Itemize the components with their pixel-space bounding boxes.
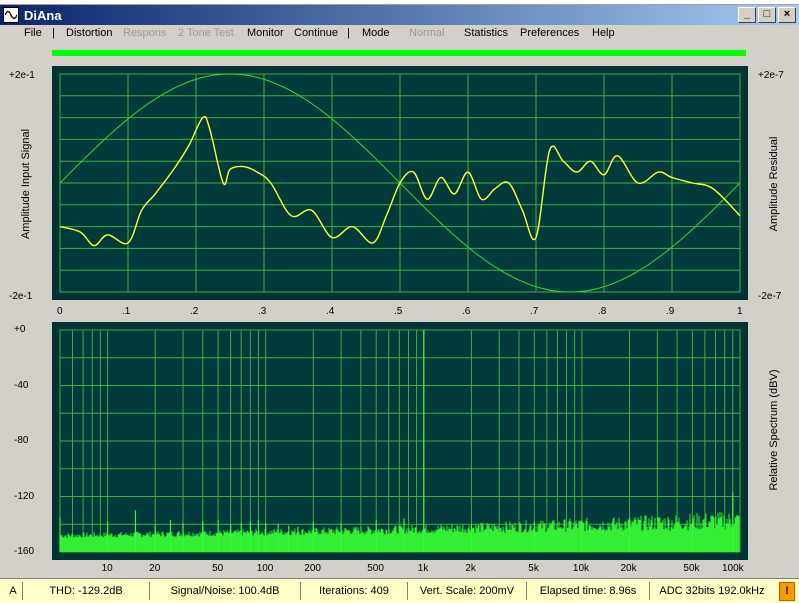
- status-bar: A THD: -129.2dB Signal/Noise: 100.4dB It…: [0, 578, 799, 603]
- waveform-x-tick-label: .6: [462, 306, 471, 317]
- spectrum-x-tick-label: 20: [149, 563, 161, 574]
- menu-normal: Normal: [409, 27, 445, 39]
- spectrum-x-tick-label: 500: [367, 563, 384, 574]
- waveform-x-tick-label: .7: [530, 306, 539, 317]
- y-bottom-right-label: -2e-7: [758, 291, 782, 302]
- status-vertical-scale: Vert. Scale: 200mV: [408, 582, 527, 600]
- menu-2-tone-test: 2 Tone Test: [178, 27, 234, 39]
- waveform-x-tick-label: 1: [737, 306, 743, 317]
- spectrum-x-tick-label: 50: [212, 563, 224, 574]
- warning-icon[interactable]: !: [779, 582, 795, 601]
- spectrum-x-tick-label: 5k: [528, 563, 539, 574]
- spectrum-y-tick-label: -120: [14, 490, 35, 502]
- menu-continue[interactable]: Continue: [294, 27, 338, 39]
- menu-separator: |: [52, 27, 55, 39]
- spectrum-y-axis-label: Relative Spectrum (dBV): [768, 369, 780, 491]
- y-axis-label-right: Amplitude Residual: [768, 136, 780, 232]
- y-top-right-label: +2e-7: [758, 70, 784, 81]
- minimize-button[interactable]: _: [738, 7, 756, 23]
- spectrum-x-tick-label: 1k: [417, 563, 429, 574]
- menu-monitor[interactable]: Monitor: [247, 27, 284, 39]
- spectrum-y-tick-label: +0: [14, 324, 26, 335]
- maximize-button[interactable]: □: [758, 7, 776, 23]
- menu-help[interactable]: Help: [592, 27, 615, 39]
- menu-statistics[interactable]: Statistics: [464, 27, 508, 39]
- spectrum-y-tick-label: -160: [14, 546, 35, 557]
- app-sine-icon: [3, 7, 19, 23]
- spectrum-x-tick-label: 2k: [465, 563, 476, 574]
- menu-respons: Respons: [123, 27, 167, 39]
- status-mode: A: [4, 582, 23, 600]
- waveform-x-tick-label: .2: [190, 306, 199, 317]
- menu-distortion[interactable]: Distortion: [66, 27, 112, 39]
- waveform-x-tick-label: .5: [394, 306, 403, 317]
- menu-preferences[interactable]: Preferences: [520, 27, 579, 39]
- spectrum-x-tick-label: 10: [101, 563, 113, 574]
- spectrum-x-tick-label: 200: [304, 563, 321, 574]
- menu-bar: File | Distortion Respons 2 Tone Test Mo…: [0, 25, 799, 43]
- spectrum-plot: [52, 322, 748, 560]
- close-button[interactable]: ×: [778, 7, 796, 23]
- menu-mode[interactable]: Mode: [362, 27, 390, 39]
- y-top-left-label: +2e-1: [9, 70, 35, 81]
- status-elapsed-time: Elapsed time: 8.96s: [527, 582, 650, 600]
- spectrum-y-tick-label: -80: [14, 435, 29, 446]
- spectrum-x-tick-label: 100k: [722, 563, 744, 574]
- menu-file[interactable]: File: [24, 27, 42, 39]
- waveform-x-tick-label: .8: [598, 306, 607, 317]
- status-iterations: Iterations: 409: [301, 582, 408, 600]
- spectrum-x-tick-label: 10k: [572, 563, 590, 574]
- window-title: DiAna: [24, 7, 62, 23]
- spectrum-x-tick-label: 20k: [620, 563, 637, 574]
- waveform-x-tick-label: .1: [122, 306, 131, 317]
- waveform-plot: [52, 66, 748, 300]
- y-bottom-left-label: -2e-1: [9, 291, 33, 302]
- spectrum-y-tick-label: -40: [14, 379, 29, 391]
- menu-separator: |: [347, 27, 350, 39]
- level-indicator-bar: [52, 50, 746, 56]
- spectrum-x-tick-label: 50k: [683, 563, 700, 574]
- status-snr: Signal/Noise: 100.4dB: [150, 582, 301, 600]
- waveform-x-tick-label: .4: [326, 306, 335, 317]
- spectrum-x-tick-label: 100: [256, 563, 274, 574]
- status-adc: ADC 32bits 192.0kHz: [659, 585, 765, 597]
- waveform-x-tick-label: 0: [57, 306, 63, 317]
- waveform-x-tick-label: .9: [666, 306, 675, 317]
- title-bar[interactable]: DiAna _ □ ×: [0, 5, 799, 25]
- status-thd: THD: -129.2dB: [23, 582, 150, 600]
- y-axis-label-left: Amplitude Input Signal: [20, 128, 32, 240]
- waveform-x-tick-label: .3: [258, 306, 267, 317]
